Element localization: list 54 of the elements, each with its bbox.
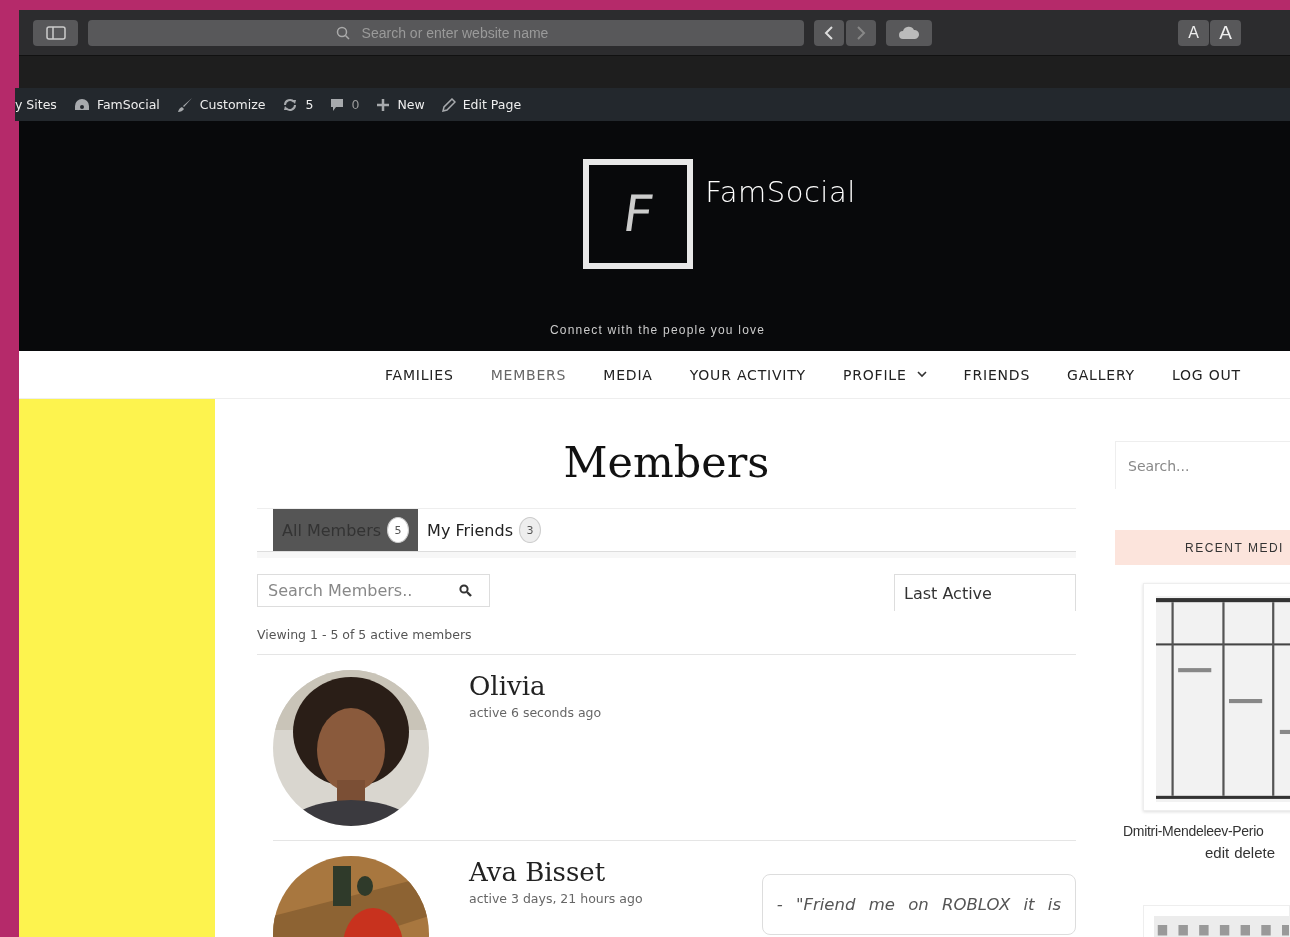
cloud-button[interactable] (886, 19, 932, 46)
address-field[interactable]: Search or enter website name (88, 19, 804, 46)
search-field[interactable]: Search Members.. (257, 574, 490, 608)
admin-bar-item[interactable]: FamSocial (73, 97, 160, 112)
pagination-count: Viewing 1 - 5 of 5 active members (257, 627, 1076, 656)
admin-bar-item[interactable]: Edit Page (441, 97, 522, 112)
cloud-icon (898, 25, 920, 40)
forward-icon (856, 25, 866, 40)
admin-bar-item[interactable]: y Sites (15, 97, 57, 112)
nav-link[interactable]: FAMILIES (385, 366, 454, 383)
nav-link[interactable]: PROFILE (842, 366, 927, 383)
logo-box: F (583, 159, 694, 269)
page-title: Members (562, 439, 771, 487)
nav-link[interactable]: MEDIA (603, 366, 653, 383)
media-action-link[interactable]: delete (1234, 844, 1276, 861)
activity-time: active 6 seconds ago (469, 705, 603, 721)
admin-bar-item[interactable]: New (376, 97, 425, 112)
back-button[interactable] (814, 19, 844, 46)
search-field[interactable]: Search... (1115, 441, 1290, 489)
media-card[interactable] (1143, 583, 1290, 811)
member-name[interactable]: Ava Bisset (469, 857, 762, 888)
sidebar-icon (45, 25, 66, 40)
brush-icon (176, 96, 193, 113)
media-caption: Dmitri-Mendeleev-Perio (1123, 823, 1264, 839)
tagline: Connect with the people you love (549, 323, 766, 337)
font-size-button[interactable]: A (1178, 19, 1209, 46)
nav-link[interactable]: GALLERY (1067, 366, 1135, 383)
status-quote: - "Friend me on ROBLOX it is (761, 874, 1076, 936)
site-title[interactable]: FamSocial (705, 175, 856, 209)
admin-bar-item[interactable]: 0 (330, 97, 360, 112)
admin-bar-item[interactable]: 5 (282, 97, 314, 112)
admin-bar-item[interactable]: Customize (176, 96, 266, 113)
media-action-link[interactable]: edit (1205, 844, 1230, 861)
member-name[interactable]: Olivia (469, 671, 1076, 702)
nav-link[interactable]: YOUR ACTIVITY (689, 366, 806, 383)
plus-icon (376, 97, 391, 112)
comment-icon (330, 97, 345, 112)
search-icon (459, 584, 472, 598)
pencil-icon (441, 97, 456, 112)
nav-link[interactable]: MEMBERS (490, 366, 567, 383)
forward-button[interactable] (846, 19, 876, 46)
widget-title: RECENT MEDI (1115, 530, 1290, 565)
refresh-icon (282, 97, 299, 112)
tab[interactable]: My Friends 3 (418, 509, 550, 552)
nav-link[interactable]: LOG OUT (1171, 366, 1241, 383)
count-badge: 3 (519, 517, 541, 544)
nav-link[interactable]: FRIENDS (963, 366, 1031, 383)
font-size-button[interactable]: A (1210, 19, 1241, 46)
sidebar-button[interactable] (33, 19, 78, 46)
search-icon (336, 25, 350, 40)
back-icon (824, 25, 834, 40)
order-select[interactable]: Last Active (894, 574, 1076, 612)
count-badge: 5 (387, 517, 410, 544)
activity-time: active 3 days, 21 hours ago (469, 891, 644, 907)
